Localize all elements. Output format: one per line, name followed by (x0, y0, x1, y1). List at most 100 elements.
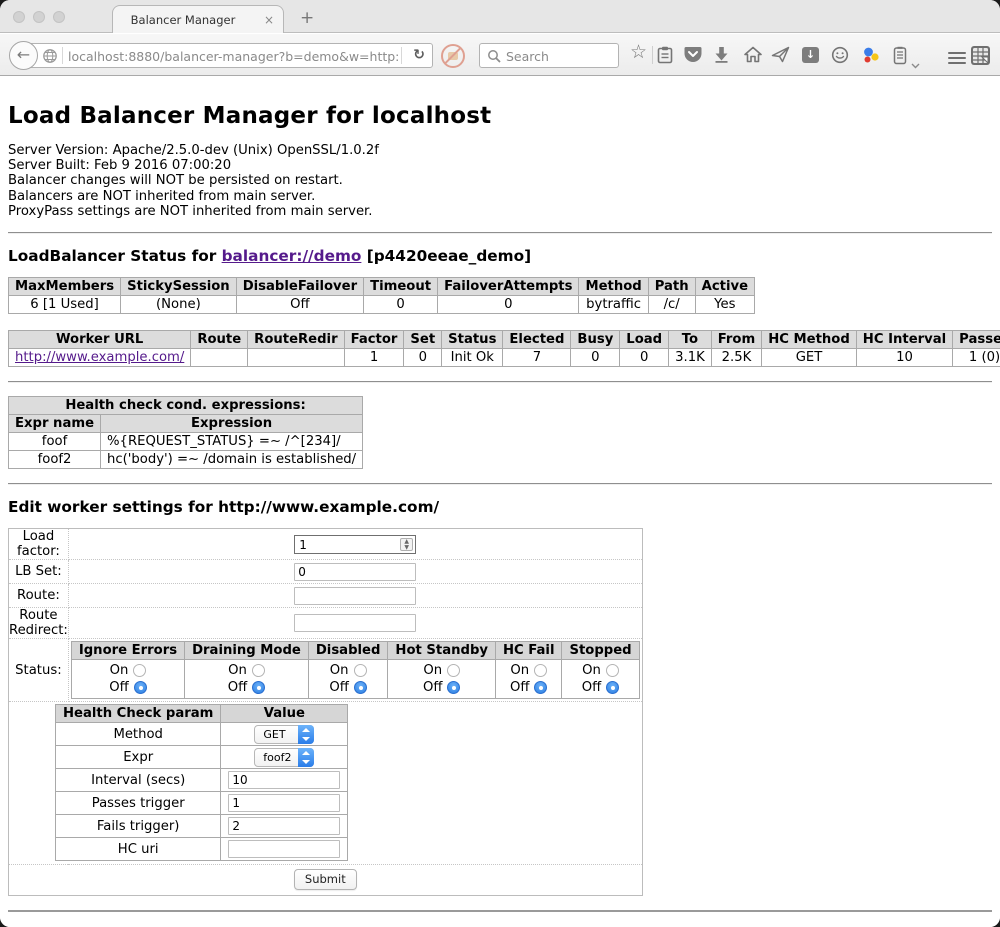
hc-fail-on-radio[interactable] (534, 664, 547, 677)
reload-icon[interactable]: ↻ (413, 47, 425, 63)
table-cell: 3.1K (669, 349, 712, 367)
table-cell: 6 [1 Used] (9, 296, 121, 314)
route-redirect-input[interactable] (294, 614, 416, 632)
divider (8, 483, 992, 485)
passes-input[interactable] (228, 794, 340, 812)
send-plane-icon[interactable] (771, 46, 790, 67)
column-header: Disabled (308, 642, 388, 660)
grid-extension-icon[interactable] (970, 45, 991, 70)
hc-expr-header-row: Expr nameExpression (9, 415, 363, 433)
balancer-demo-link[interactable]: balancer://demo (222, 247, 362, 265)
draining-mode-on-radio[interactable] (252, 664, 265, 677)
window-zoom-button[interactable] (53, 11, 65, 23)
table-cell: 0 (571, 349, 620, 367)
slash-glyph (444, 48, 460, 64)
hc-expr-title-row: Health check cond. expressions: (9, 397, 363, 415)
hot-standby-on-radio[interactable] (447, 664, 460, 677)
save-to-device-icon[interactable]: ↓ (802, 47, 819, 63)
hc-uri-input[interactable] (228, 840, 340, 858)
ignore-errors-on-radio[interactable] (133, 664, 146, 677)
overflow-chevron-icon[interactable] (911, 54, 920, 73)
stopped-on-radio[interactable] (606, 664, 619, 677)
table-cell: GET (762, 349, 857, 367)
off-label: Off (329, 680, 348, 695)
loadbalancer-status-heading: LoadBalancer Status for balancer://demo … (8, 247, 992, 265)
status-row: Status: Ignore ErrorsDraining ModeDisabl… (9, 639, 643, 702)
table-cell: bytraffic (579, 296, 648, 314)
method-select[interactable]: GET (254, 725, 314, 744)
home-icon[interactable] (744, 46, 762, 67)
hc-fail-off-radio[interactable] (534, 681, 547, 694)
colored-dots-extension-icon[interactable] (862, 46, 881, 68)
column-header: Passes (953, 331, 1000, 349)
image-blocker-icon[interactable] (441, 44, 465, 68)
site-identity-globe-icon[interactable] (42, 48, 58, 68)
table-cell: Off (236, 296, 363, 314)
column-header: Worker URL (9, 331, 191, 349)
worker-status-table: Worker URLRouteRouteRedirFactorSetStatus… (8, 330, 1000, 367)
number-spinner-icon[interactable]: ▲▼ (400, 538, 413, 551)
window-close-button[interactable] (13, 11, 25, 23)
pocket-icon[interactable] (684, 46, 702, 67)
search-bar[interactable]: Search (479, 43, 619, 68)
load-factor-input[interactable]: 1 ▲▼ (294, 535, 416, 554)
interval-input[interactable] (228, 771, 340, 789)
url-text[interactable]: localhost:8880/balancer-manager?b=demo&w… (68, 49, 398, 64)
column-header: HC Fail (495, 642, 561, 660)
table-cell: 7 (503, 349, 571, 367)
lb-set-input[interactable] (294, 563, 416, 581)
column-header: Ignore Errors (71, 642, 184, 660)
chat-smiley-icon[interactable] (831, 46, 849, 68)
expr-row: Expr foof2 (56, 746, 348, 769)
url-separator (401, 47, 402, 64)
submit-button[interactable]: Submit (294, 869, 357, 890)
tab-balancer-manager[interactable]: Balancer Manager × (112, 5, 284, 33)
bookmarks-clipboard-icon[interactable] (657, 46, 673, 68)
ignore-errors-off-radio[interactable] (134, 681, 147, 694)
disabled-off-radio[interactable] (354, 681, 367, 694)
table-cell: 0 (438, 296, 579, 314)
column-header: Set (404, 331, 442, 349)
back-button[interactable]: ← (9, 41, 38, 70)
container-battery-icon[interactable] (893, 46, 907, 69)
on-label: On (228, 663, 247, 678)
passes-row: Passes trigger (56, 792, 348, 815)
column-header: From (711, 331, 761, 349)
bookmark-star-icon[interactable]: ☆ (630, 43, 647, 61)
inherit-note-line: Balancers are NOT inherited from main se… (8, 189, 992, 204)
server-version-line: Server Version: Apache/2.5.0-dev (Unix) … (8, 143, 992, 158)
load-factor-row: Load factor: 1 ▲▼ (9, 529, 643, 560)
balancer-header-row: MaxMembersStickySessionDisableFailoverTi… (9, 278, 755, 296)
hc-expr-title: Health check cond. expressions: (9, 397, 363, 415)
status-header-row: Ignore ErrorsDraining ModeDisabledHot St… (71, 642, 639, 660)
draining-mode-off-radio[interactable] (252, 681, 265, 694)
passes-label: Passes trigger (56, 792, 221, 815)
column-header: HC Interval (856, 331, 952, 349)
persist-note-line: Balancer changes will NOT be persisted o… (8, 173, 992, 188)
hot-standby-off-radio[interactable] (447, 681, 460, 694)
disabled-on-radio[interactable] (354, 664, 367, 677)
load-factor-value: 1 (299, 538, 307, 552)
route-input[interactable] (294, 587, 416, 605)
expr-value: hc('body') =~ /domain is established/ (101, 451, 363, 469)
select-stepper-icon (298, 725, 314, 744)
toolbar-separator (652, 46, 653, 64)
balancer-data-row: 6 [1 Used](None)Off00bytraffic/c/Yes (9, 296, 755, 314)
fails-row: Fails trigger) (56, 815, 348, 838)
column-header: DisableFailover (236, 278, 363, 296)
table-cell: 10 (856, 349, 952, 367)
fails-input[interactable] (228, 817, 340, 835)
stopped-off-radio[interactable] (606, 681, 619, 694)
tab-close-icon[interactable]: × (264, 13, 274, 27)
column-header: Expression (101, 415, 363, 433)
column-header: Active (695, 278, 754, 296)
server-info: Server Version: Apache/2.5.0-dev (Unix) … (8, 143, 992, 219)
window-minimize-button[interactable] (33, 11, 45, 23)
menu-hamburger-icon[interactable] (948, 49, 966, 67)
url-bar[interactable]: localhost:8880/balancer-manager?b=demo&w… (24, 43, 433, 68)
expr-select[interactable]: foof2 (254, 748, 314, 767)
heading-suffix: [p4420eeae_demo] (361, 247, 531, 265)
downloads-icon[interactable] (713, 46, 730, 67)
new-tab-button[interactable]: + (300, 8, 314, 28)
worker-url-link[interactable]: http://www.example.com/ (15, 350, 184, 365)
